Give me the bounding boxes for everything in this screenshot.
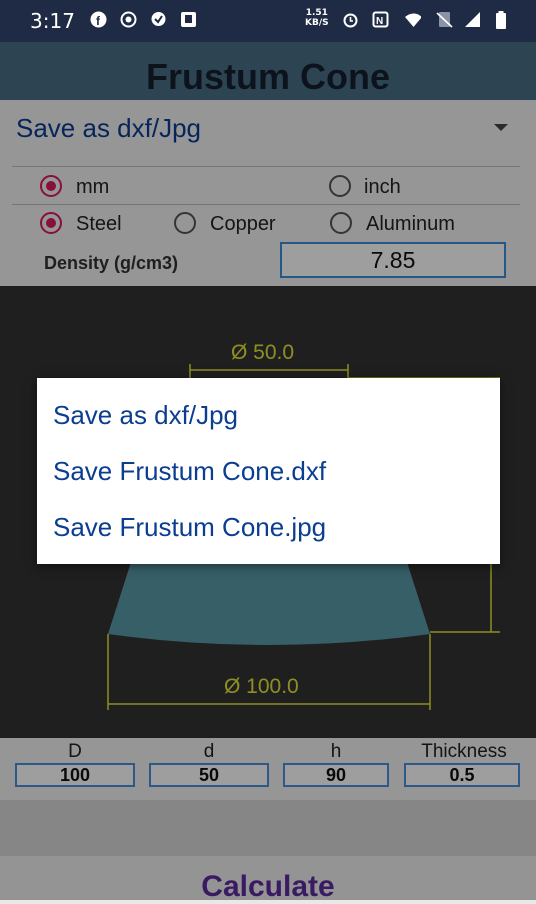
svg-text:N: N [376,16,383,27]
radio-notification-icon [120,11,137,28]
alarm-icon [342,11,359,28]
chat-notification-icon [150,11,167,28]
facebook-icon: f [90,11,107,28]
save-options-menu: Save as dxf/Jpg Save Frustum Cone.dxf Sa… [37,378,500,564]
status-time: 3:17 [30,9,75,33]
app-notification-icon [180,11,197,28]
menu-item-save-dxf[interactable]: Save Frustum Cone.dxf [53,456,326,487]
menu-item-save-jpg[interactable]: Save Frustum Cone.jpg [53,512,326,543]
network-speed: 1.51 KB/S [305,8,329,28]
wifi-icon [404,11,421,28]
nfc-icon: N [372,11,389,28]
battery-icon [492,10,509,29]
no-sim-icon [436,11,453,28]
menu-item-save-as[interactable]: Save as dxf/Jpg [53,400,238,431]
status-bar: 3:17 f 1.51 KB/S N [0,0,536,42]
signal-icon [464,11,481,28]
